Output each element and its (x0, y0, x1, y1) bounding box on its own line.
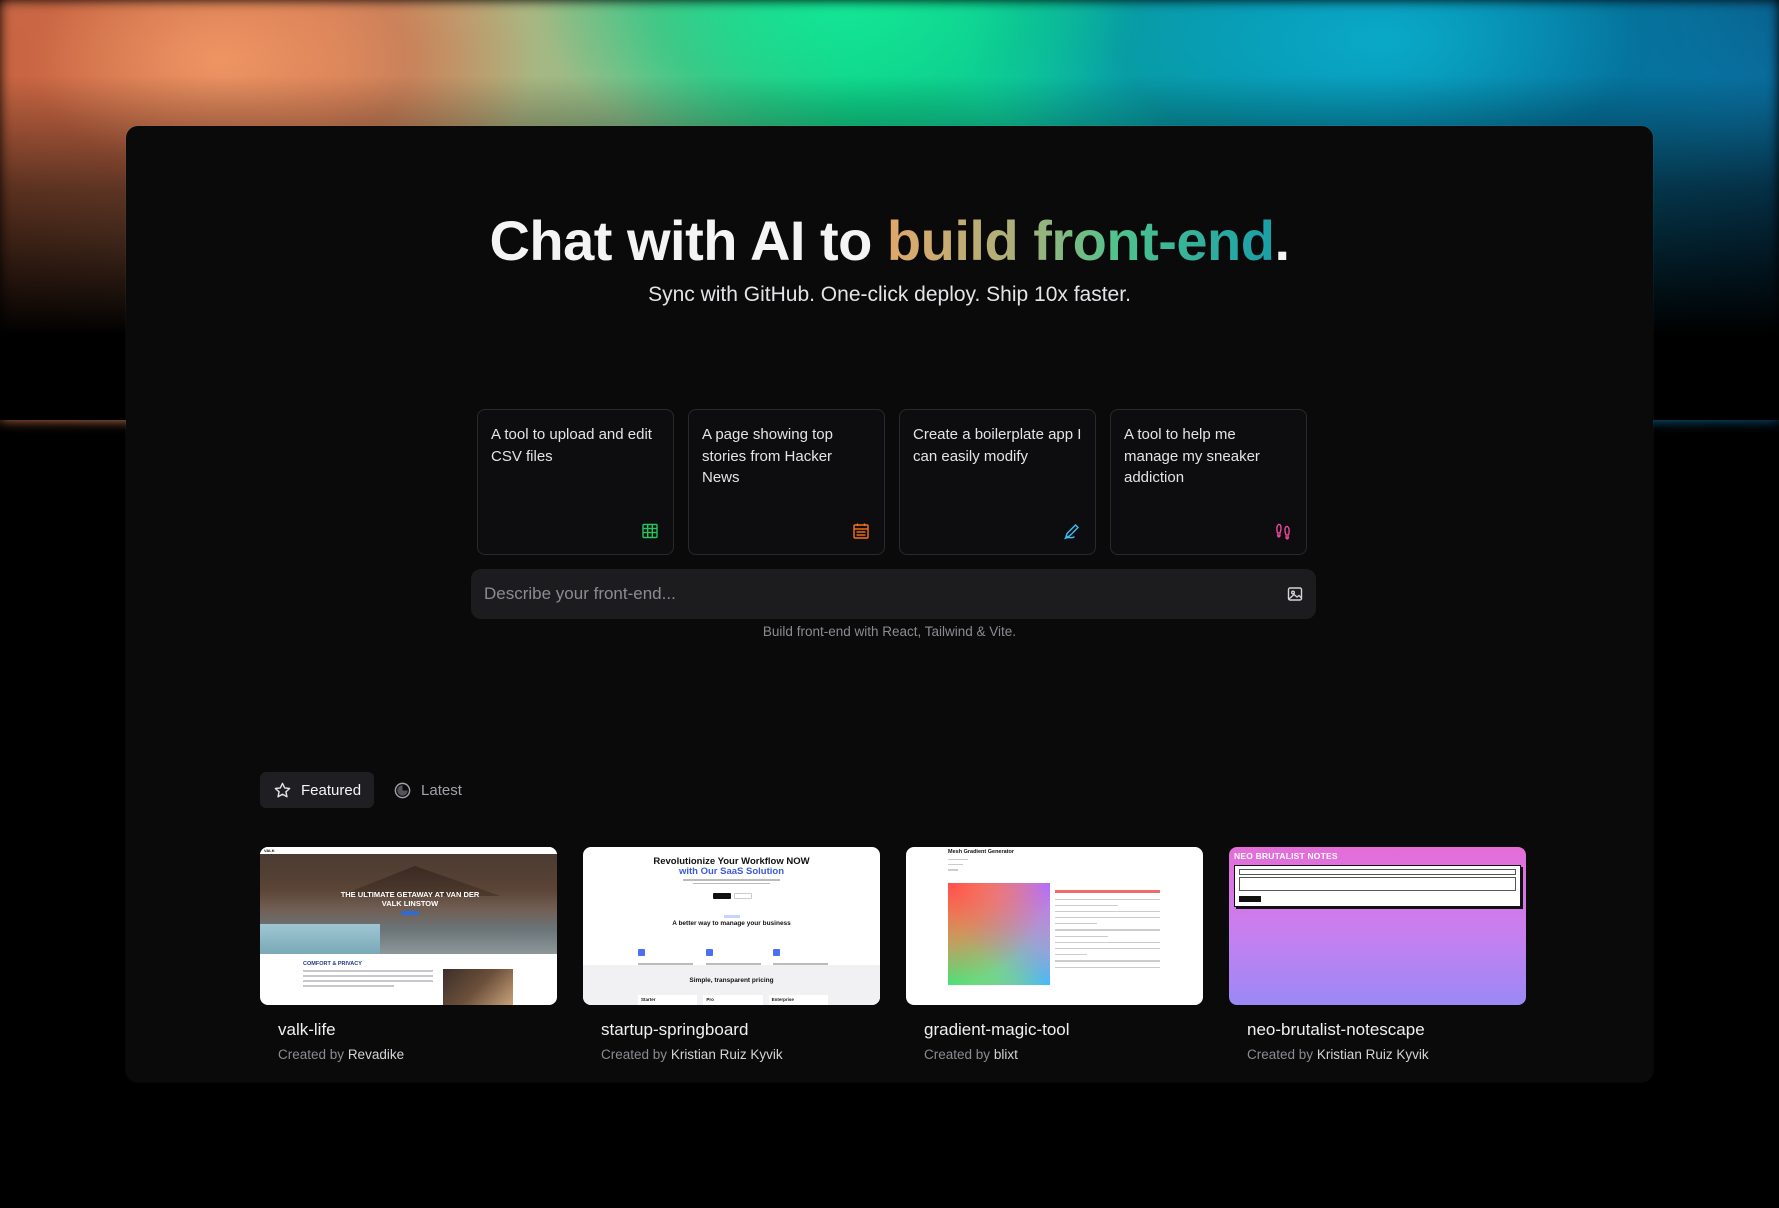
thumb-plan: Enterprise (768, 995, 828, 1005)
thumb-gradient-canvas (948, 883, 1050, 985)
project-thumbnail: VALK THE ULTIMATE GETAWAY AT VAN DER VAL… (260, 847, 557, 1005)
hero-title-end: . (1274, 209, 1290, 272)
thumb-brand: VALK (264, 848, 275, 853)
project-name: gradient-magic-tool (924, 1020, 1070, 1039)
project-name: valk-life (278, 1020, 336, 1039)
hero-title-gradient: build front-end (886, 209, 1275, 272)
suggestion-text: A tool to upload and edit CSV files (491, 426, 652, 465)
suggestion-text: A page showing top stories from Hacker N… (702, 426, 833, 486)
hero-subtitle: Sync with GitHub. One-click deploy. Ship… (648, 283, 1131, 306)
clock-icon (394, 782, 411, 798)
thumb-pool (260, 924, 380, 954)
table-icon (642, 523, 658, 539)
thumb-nav-bar (260, 847, 557, 854)
thumb-pricing-title: Simple, transparent pricing (689, 977, 774, 984)
created-by-label: Created by (278, 1047, 345, 1062)
image-upload-icon[interactable] (1286, 585, 1304, 603)
thumb-plan: Pro (703, 995, 763, 1005)
project-author[interactable]: Kristian Ruiz Kyvik (671, 1047, 783, 1062)
project-author-line: Created by blixt (906, 1047, 1203, 1062)
thumb-side-panel (1055, 882, 1160, 973)
thumb-plan: Starter (638, 995, 698, 1005)
tab-label: Featured (301, 781, 362, 799)
project-author-line: Created by Revadike (260, 1047, 557, 1062)
thumb-note-form (1234, 865, 1521, 907)
thumb-controls (948, 859, 1048, 875)
suggestion-card-boilerplate[interactable]: Create a boilerplate app I can easily mo… (899, 409, 1096, 555)
thumb-title: Mesh Gradient Generator (948, 849, 1015, 855)
project-grid: VALK THE ULTIMATE GETAWAY AT VAN DER VAL… (260, 847, 1526, 1062)
thumb-headline-accent: with Our SaaS Solution (678, 866, 785, 877)
thumb-text-lines (683, 879, 780, 886)
thumb-cta (401, 911, 419, 915)
project-author[interactable]: Kristian Ruiz Kyvik (1317, 1047, 1429, 1062)
project-card-valk-life[interactable]: VALK THE ULTIMATE GETAWAY AT VAN DER VAL… (260, 847, 557, 1062)
project-name: startup-springboard (601, 1020, 749, 1039)
pencil-icon (1064, 524, 1079, 540)
prompt-hint: Build front-end with React, Tailwind & V… (762, 624, 1017, 639)
created-by-label: Created by (601, 1047, 668, 1062)
thumb-photo (443, 969, 513, 1005)
main-panel: Chat with AI to build front-end. Sync wi… (126, 126, 1653, 1082)
suggestion-card-sneaker[interactable]: A tool to help me manage my sneaker addi… (1110, 409, 1307, 555)
created-by-label: Created by (1247, 1047, 1314, 1062)
created-by-label: Created by (924, 1047, 991, 1062)
thumb-title: NEO BRUTALIST NOTES (1234, 851, 1338, 861)
thumb-section-title: COMFORT & PRIVACY (303, 961, 362, 967)
tab-featured[interactable]: Featured (260, 772, 375, 808)
project-name: neo-brutalist-notescape (1247, 1020, 1425, 1039)
thumb-section-title: A better way to manage your business (672, 920, 791, 927)
project-thumbnail: Mesh Gradient Generator (906, 847, 1203, 1005)
suggestion-cards: A tool to upload and edit CSV files A pa… (477, 409, 1308, 555)
thumb-plans: Starter Pro Enterprise (638, 995, 828, 1005)
project-card-gradient-magic-tool[interactable]: Mesh Gradient Generator gradient-magic-t… (906, 847, 1203, 1062)
suggestion-text: Create a boilerplate app I can easily mo… (913, 426, 1082, 465)
suggestion-card-csv[interactable]: A tool to upload and edit CSV files (477, 409, 674, 555)
project-author[interactable]: Revadike (348, 1047, 404, 1062)
tab-label: Latest (421, 781, 462, 799)
suggestion-text: A tool to help me manage my sneaker addi… (1124, 426, 1260, 486)
hero-title-plain: Chat with AI to (489, 209, 887, 272)
suggestion-card-hacker-news[interactable]: A page showing top stories from Hacker N… (688, 409, 885, 555)
footprints-icon (1276, 523, 1290, 540)
project-tabs: Featured Latest (260, 772, 475, 808)
project-author-line: Created by Kristian Ruiz Kyvik (1229, 1047, 1526, 1062)
calendar-icon (853, 523, 869, 539)
thumb-tag (724, 915, 740, 918)
project-card-neo-brutalist-notescape[interactable]: NEO BRUTALIST NOTES neo-brutalist-notesc… (1229, 847, 1526, 1062)
project-thumbnail: Revolutionize Your Workflow NOW with Our… (583, 847, 880, 1005)
thumb-buttons (713, 893, 753, 899)
hero-title: Chat with AI to build front-end. (126, 208, 1653, 273)
project-author[interactable]: blixt (994, 1047, 1018, 1062)
tab-latest[interactable]: Latest (380, 772, 475, 808)
thumb-headline: THE ULTIMATE GETAWAY AT VAN DER VALK LIN… (340, 890, 480, 908)
project-author-line: Created by Kristian Ruiz Kyvik (583, 1047, 880, 1062)
prompt-box (471, 569, 1316, 619)
prompt-input[interactable] (471, 569, 1251, 619)
project-card-startup-springboard[interactable]: Revolutionize Your Workflow NOW with Our… (583, 847, 880, 1062)
thumb-pricing: Simple, transparent pricing Starter Pro … (583, 965, 880, 1005)
project-thumbnail: NEO BRUTALIST NOTES (1229, 847, 1526, 1005)
thumb-text-lines (303, 970, 433, 990)
star-icon (274, 782, 291, 797)
